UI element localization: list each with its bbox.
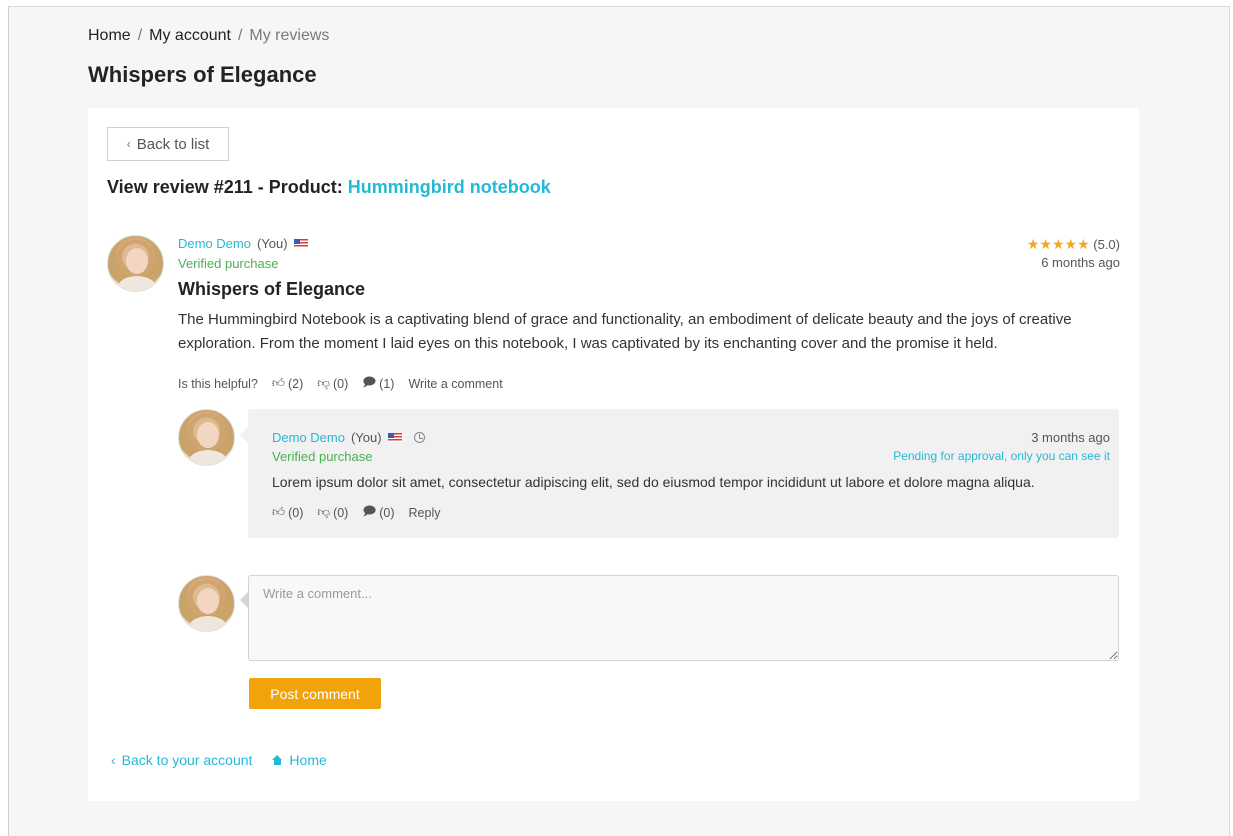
post-comment-button[interactable]: Post comment [249, 678, 381, 709]
chevron-left-icon: ‹ [111, 752, 116, 768]
comments-count: (1) [379, 376, 395, 391]
back-to-list-button[interactable]: ‹ Back to list [107, 127, 229, 161]
comment-replies-count: (0) [379, 505, 395, 520]
comment-text: Lorem ipsum dolor sit amet, consectetur … [272, 474, 1035, 490]
thumbs-up-icon: 👍︎ [271, 376, 285, 390]
rating-text: (5.0) [1093, 237, 1120, 252]
breadcrumb-account-link[interactable]: My account [149, 27, 231, 44]
review-body: The Hummingbird Notebook is a captivatin… [178, 311, 1072, 352]
breadcrumb-separator: / [137, 27, 143, 44]
like-count: (2) [288, 376, 304, 391]
pending-approval-notice: Pending for approval, only you can see i… [893, 449, 1110, 463]
comment-like-button[interactable]: 👍︎ (0) [272, 505, 303, 520]
comment-dislike-count: (0) [333, 505, 349, 520]
dislike-count: (0) [332, 376, 349, 391]
review-verified-badge: Verified purchase [178, 256, 279, 271]
back-to-account-label: Back to your account [121, 752, 253, 768]
breadcrumb-home-link[interactable]: Home [88, 27, 131, 44]
current-user-avatar [178, 575, 235, 632]
helpful-label: Is this helpful? [178, 376, 258, 391]
comment-you-label: (You) [350, 430, 382, 445]
comments-button[interactable]: 🗩 (1) [362, 373, 394, 394]
home-label: Home [289, 752, 327, 768]
view-review-prefix: View review #211 - Product: [107, 177, 343, 197]
breadcrumb-current: My reviews [249, 27, 330, 44]
thumbs-down-icon: 👎︎ [317, 505, 331, 519]
comment-dislike-button[interactable]: 👎︎ (0) [317, 505, 348, 520]
comment-like-count: (0) [288, 505, 304, 520]
reviewer-avatar [107, 235, 164, 292]
dislike-button[interactable]: 👎︎ (0) [317, 376, 348, 391]
product-link[interactable]: Hummingbird notebook [348, 177, 551, 197]
clock-icon [413, 432, 425, 443]
breadcrumb-separator: / [237, 27, 243, 44]
review-author-name[interactable]: Demo Demo [178, 236, 251, 251]
speech-bubble-icon: 🗩 [362, 504, 377, 518]
comment-actions: 👍︎ (0) 👎︎ (0) 🗩 (0) Reply [272, 502, 440, 523]
reply-link[interactable]: Reply [409, 506, 441, 520]
us-flag-icon [293, 239, 308, 248]
review-rating: ★★★★★ (5.0) [1027, 236, 1120, 253]
comment-author-line: Demo Demo (You) [272, 430, 425, 445]
comment-verified-badge: Verified purchase [272, 449, 373, 464]
page-title: Whispers of Elegance [88, 62, 317, 87]
comment-author-name[interactable]: Demo Demo [272, 430, 345, 445]
comment-textarea[interactable] [248, 575, 1119, 661]
view-review-title: View review #211 - Product: Hummingbird … [107, 177, 551, 198]
thumbs-up-icon: 👍︎ [272, 505, 286, 519]
back-to-list-label: Back to list [136, 135, 210, 153]
thumbs-down-icon: 👎︎ [317, 376, 330, 390]
review-author-line: Demo Demo (You) [178, 236, 308, 251]
breadcrumb: Home / My account / My reviews [88, 27, 329, 45]
like-button[interactable]: 👍︎ (2) [272, 376, 303, 391]
commenter-avatar [178, 409, 235, 466]
comment-time: 3 months ago [1031, 430, 1110, 445]
star-rating-icon: ★★★★★ [1026, 236, 1090, 252]
home-icon [272, 755, 283, 765]
speech-bubble-icon: 🗩 [362, 375, 377, 389]
back-to-account-link[interactable]: ‹ Back to your account [111, 752, 252, 768]
comment-textarea-wrapper [240, 575, 1119, 661]
comment-replies-button[interactable]: 🗩 (0) [362, 502, 394, 523]
comment-box: Demo Demo (You) Verified purchase 3 mont… [240, 409, 1119, 538]
review-actions: Is this helpful? 👍︎ (2) 👎︎ (0) 🗩 (1) Write … [178, 373, 503, 394]
footer-links: ‹ Back to your account Home [111, 752, 327, 768]
review-card: ‹ Back to list View review #211 - Produc… [88, 108, 1139, 801]
review-time: 6 months ago [1041, 255, 1120, 270]
us-flag-icon [387, 433, 402, 442]
chevron-left-icon: ‹ [126, 137, 131, 151]
write-comment-link[interactable]: Write a comment [408, 377, 502, 391]
page-frame: Home / My account / My reviews Whispers of E… [8, 6, 1230, 836]
review-title: Whispers of Elegance [178, 279, 366, 299]
home-link[interactable]: Home [272, 752, 327, 768]
review-you-label: (You) [256, 236, 288, 251]
